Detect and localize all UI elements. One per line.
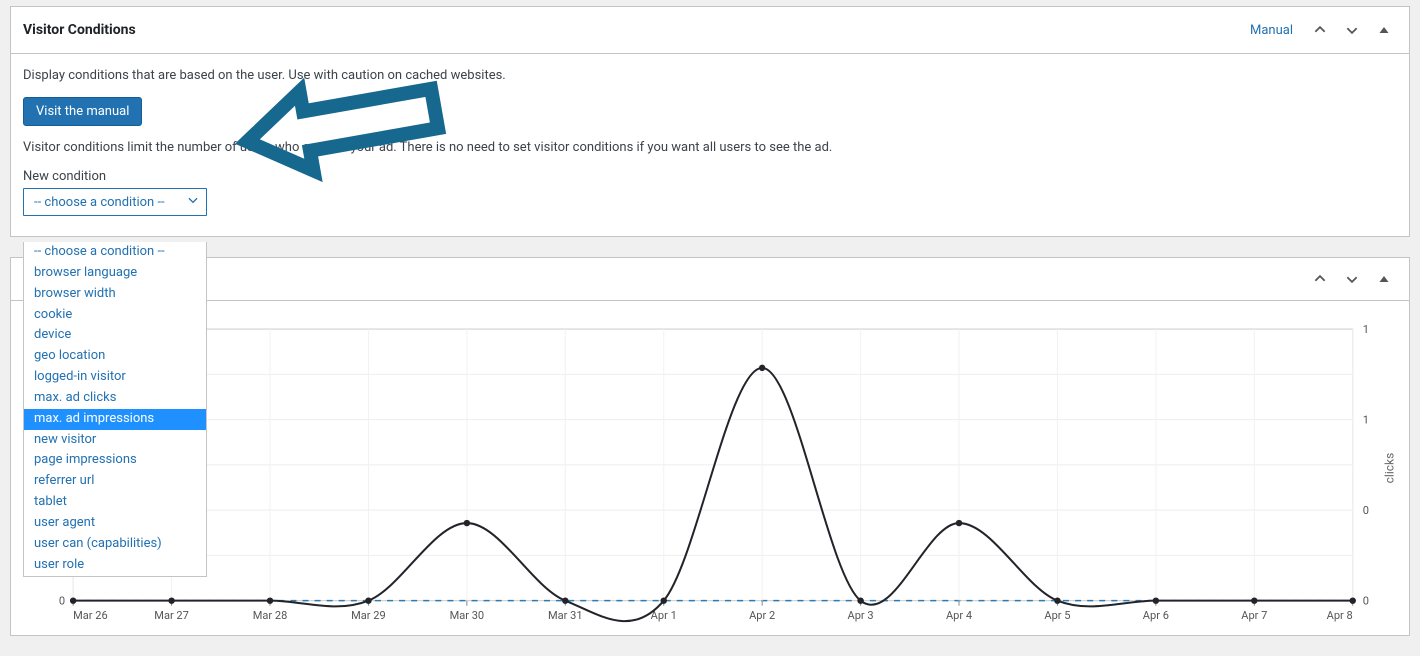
chart-panel-actions: [1307, 266, 1397, 292]
panel-title: Visitor Conditions: [23, 22, 136, 38]
visitor-conditions-panel: Visitor Conditions Manual Display condit…: [10, 6, 1410, 237]
svg-text:0: 0: [1363, 595, 1369, 608]
dropdown-option[interactable]: referrer url: [24, 471, 206, 492]
panel-header: Visitor Conditions Manual: [11, 7, 1409, 54]
dropdown-option[interactable]: page impressions: [24, 450, 206, 471]
svg-text:1: 1: [1363, 323, 1369, 336]
panel-body: Display conditions that are based on the…: [11, 54, 1409, 236]
dropdown-option[interactable]: user agent: [24, 513, 206, 534]
svg-text:0: 0: [1363, 504, 1369, 517]
dropdown-option[interactable]: max. ad clicks: [24, 388, 206, 409]
dropdown-option[interactable]: device: [24, 325, 206, 346]
svg-text:Mar 30: Mar 30: [450, 609, 485, 622]
description-1: Display conditions that are based on the…: [23, 68, 1397, 83]
dropdown-option[interactable]: logged-in visitor: [24, 367, 206, 388]
condition-select[interactable]: -- choose a condition --: [23, 188, 207, 216]
dropdown-option[interactable]: tablet: [24, 492, 206, 513]
svg-text:1: 1: [1363, 414, 1369, 427]
svg-text:Apr 4: Apr 4: [946, 609, 972, 622]
svg-text:Apr 2: Apr 2: [749, 609, 775, 622]
dropdown-option[interactable]: max. ad impressions: [24, 409, 206, 430]
manual-link[interactable]: Manual: [1250, 23, 1293, 38]
collapse-button[interactable]: [1371, 17, 1397, 43]
move-up-button[interactable]: [1307, 17, 1333, 43]
visit-manual-button[interactable]: Visit the manual: [23, 97, 142, 126]
svg-text:Apr 8: Apr 8: [1327, 609, 1353, 622]
line-chart: 010011Mar 26Mar 27Mar 28Mar 29Mar 30Mar …: [49, 319, 1397, 631]
svg-text:Apr 7: Apr 7: [1241, 609, 1267, 622]
dropdown-option[interactable]: user can (capabilities): [24, 534, 206, 555]
svg-text:Apr 6: Apr 6: [1143, 609, 1169, 622]
svg-text:0: 0: [59, 595, 65, 608]
dropdown-option[interactable]: new visitor: [24, 430, 206, 451]
dropdown-option[interactable]: -- choose a condition --: [24, 242, 206, 263]
condition-dropdown[interactable]: -- choose a condition --browser language…: [23, 242, 207, 577]
new-condition-label: New condition: [23, 169, 1397, 184]
description-2: Visitor conditions limit the number of u…: [23, 140, 1397, 155]
chart-move-down-button[interactable]: [1339, 266, 1365, 292]
svg-text:Mar 27: Mar 27: [154, 609, 189, 622]
stats-chart-panel: 010011Mar 26Mar 27Mar 28Mar 29Mar 30Mar …: [10, 257, 1410, 636]
chart-collapse-button[interactable]: [1371, 266, 1397, 292]
move-down-button[interactable]: [1339, 17, 1365, 43]
dropdown-option[interactable]: cookie: [24, 305, 206, 326]
dropdown-option[interactable]: geo location: [24, 346, 206, 367]
chart-panel-header: [11, 258, 1409, 301]
dropdown-option[interactable]: browser language: [24, 263, 206, 284]
svg-text:Mar 26: Mar 26: [73, 609, 108, 622]
svg-text:Mar 28: Mar 28: [253, 609, 288, 622]
chart-move-up-button[interactable]: [1307, 266, 1333, 292]
svg-text:Apr 5: Apr 5: [1044, 609, 1070, 622]
svg-text:Mar 29: Mar 29: [351, 609, 386, 622]
chevron-down-icon: [186, 193, 200, 211]
chart-area: 010011Mar 26Mar 27Mar 28Mar 29Mar 30Mar …: [11, 301, 1409, 635]
right-axis-label: clicks: [1383, 453, 1397, 484]
select-value: -- choose a condition --: [34, 195, 165, 210]
dropdown-option[interactable]: user role: [24, 555, 206, 576]
panel-actions: Manual: [1250, 17, 1397, 43]
dropdown-option[interactable]: browser width: [24, 284, 206, 305]
svg-text:Mar 31: Mar 31: [548, 609, 583, 622]
svg-text:Apr 3: Apr 3: [848, 609, 874, 622]
